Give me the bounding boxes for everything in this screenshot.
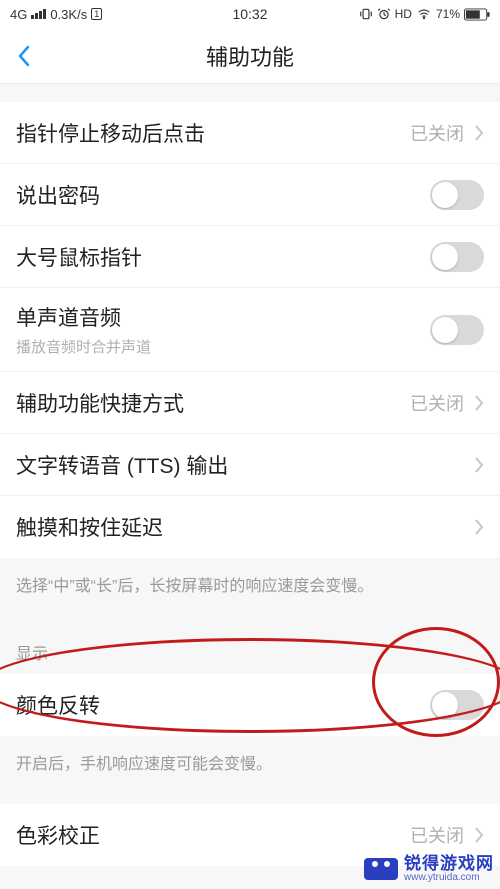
- row-tts-output[interactable]: 文字转语音 (TTS) 输出: [0, 434, 500, 496]
- value-text: 已关闭: [410, 822, 464, 848]
- watermark-url: www.ytruida.com: [404, 873, 480, 884]
- row-label: 辅助功能快捷方式: [16, 388, 184, 418]
- settings-list: 指针停止移动后点击 已关闭 说出密码 大号鼠标指针 单声道音频 播放音频时合并声…: [0, 102, 500, 558]
- row-label: 色彩校正: [16, 820, 100, 850]
- chevron-right-icon: [474, 518, 484, 536]
- row-label: 指针停止移动后点击: [16, 118, 205, 148]
- row-label: 说出密码: [16, 180, 100, 210]
- chevron-right-icon: [474, 826, 484, 844]
- row-color-invert[interactable]: 颜色反转: [0, 674, 500, 736]
- back-button[interactable]: [0, 28, 48, 84]
- toggle-color-invert[interactable]: [430, 690, 484, 720]
- toggle-mono-audio[interactable]: [430, 315, 484, 345]
- touch-hold-note: 选择“中”或“长”后，长按屏幕时的响应速度会变慢。: [0, 558, 500, 614]
- row-label: 触摸和按住延迟: [16, 512, 163, 542]
- invert-note: 开启后，手机响应速度可能会变慢。: [0, 736, 500, 804]
- section-header-display: 显示: [0, 614, 500, 674]
- row-speak-password[interactable]: 说出密码: [0, 164, 500, 226]
- settings-list-display: 颜色反转: [0, 674, 500, 736]
- row-large-cursor[interactable]: 大号鼠标指针: [0, 226, 500, 288]
- watermark-text: 锐得游戏网: [404, 855, 494, 873]
- value-text: 已关闭: [410, 390, 464, 416]
- toggle-large-cursor[interactable]: [430, 242, 484, 272]
- chevron-right-icon: [474, 456, 484, 474]
- spacer: [0, 84, 500, 102]
- toggle-speak-password[interactable]: [430, 180, 484, 210]
- row-label: 颜色反转: [16, 690, 100, 720]
- status-bar: 4G 0.3K/s 1 10:32 HD 71%: [0, 0, 500, 28]
- watermark: 锐得游戏网 www.ytruida.com: [364, 855, 494, 883]
- value-text: 已关闭: [410, 120, 464, 146]
- row-mono-audio[interactable]: 单声道音频 播放音频时合并声道: [0, 288, 500, 372]
- row-accessibility-shortcut[interactable]: 辅助功能快捷方式 已关闭: [0, 372, 500, 434]
- row-subtitle: 播放音频时合并声道: [16, 336, 151, 357]
- clock-label: 10:32: [0, 6, 500, 22]
- chevron-right-icon: [474, 394, 484, 412]
- row-touch-hold-delay[interactable]: 触摸和按住延迟: [0, 496, 500, 558]
- watermark-logo-icon: [364, 858, 398, 880]
- row-pointer-click[interactable]: 指针停止移动后点击 已关闭: [0, 102, 500, 164]
- row-label: 单声道音频: [16, 302, 151, 332]
- chevron-right-icon: [474, 124, 484, 142]
- row-label: 大号鼠标指针: [16, 242, 142, 272]
- row-label: 文字转语音 (TTS) 输出: [16, 450, 228, 480]
- app-header: 辅助功能: [0, 28, 500, 84]
- chevron-left-icon: [17, 44, 31, 68]
- page-title: 辅助功能: [0, 40, 500, 72]
